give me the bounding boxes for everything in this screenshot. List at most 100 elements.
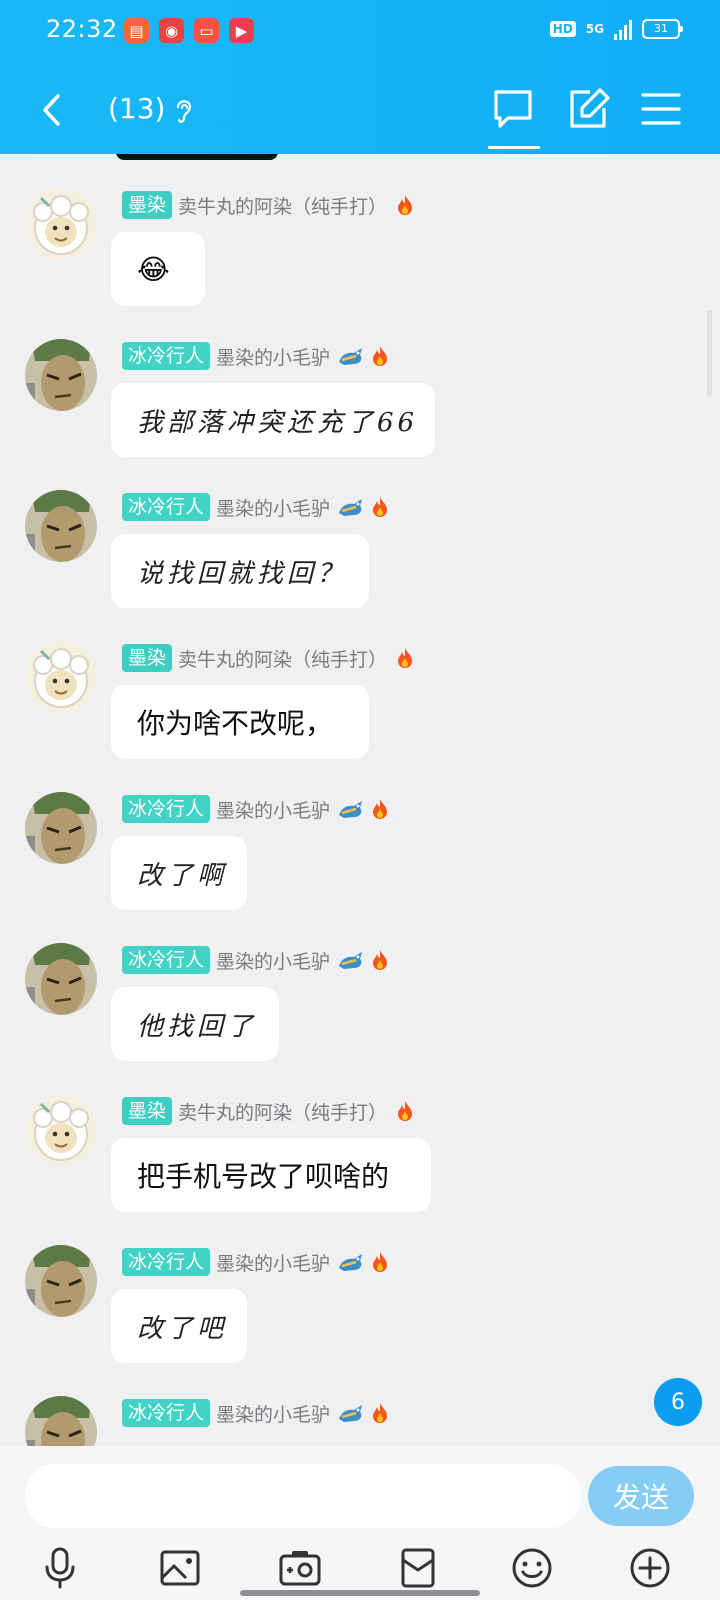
top-header: 22:32 ▤ ◉ ▭ ▶ HD 5G 31 (13) (0, 0, 720, 154)
sender-name[interactable]: 墨染的小毛驴 (216, 343, 330, 370)
send-button[interactable]: 发送 (588, 1466, 694, 1526)
image-icon[interactable] (158, 1546, 202, 1590)
message-bubble[interactable]: 你为啥不改呢， (111, 685, 369, 759)
sheep-avatar[interactable] (25, 641, 97, 713)
fire-badge-icon (373, 950, 388, 970)
member-title-tag: 墨染 (122, 191, 173, 219)
message-row: 墨染 卖牛丸的阿染（纯手打） 把手机号改了呗啥的 (0, 1094, 720, 1234)
message-bubble[interactable]: 说找回就找回？ (111, 534, 369, 608)
message-bubble[interactable]: 我部落冲突还充了66 (111, 383, 435, 457)
member-title-tag: 墨染 (122, 1097, 173, 1125)
fire-badge-icon (398, 195, 413, 215)
badge-group (336, 495, 392, 519)
signal-icon (614, 18, 632, 40)
message-meta: 墨染 卖牛丸的阿染（纯手打） (122, 643, 417, 673)
badge-group (336, 344, 392, 368)
video-app-icon: ▶ (229, 18, 254, 43)
sheep-avatar[interactable] (25, 188, 97, 260)
sender-name[interactable]: 卖牛丸的阿染（纯手打） (178, 645, 387, 672)
edit-icon[interactable] (566, 86, 612, 132)
badge-group (393, 1099, 417, 1123)
dragon-badge-icon (339, 348, 363, 365)
message-row: 冰冷行人 墨染的小毛驴他找回了 (0, 943, 720, 1083)
message-bubble[interactable]: 把手机号改了呗啥的 (111, 1138, 431, 1212)
emoji-icon[interactable] (510, 1546, 554, 1590)
plus-icon[interactable] (628, 1546, 672, 1590)
message-bubble[interactable]: 😂 (111, 232, 205, 306)
input-toolbar (0, 1546, 720, 1596)
title-bar: (13) (0, 72, 720, 149)
active-tab-indicator (488, 146, 540, 149)
book-app-icon: ▤ (124, 18, 149, 43)
fire-badge-icon (398, 1101, 413, 1121)
sender-name[interactable]: 卖牛丸的阿染（纯手打） (178, 192, 387, 219)
message-meta: 墨染 卖牛丸的阿染（纯手打） (122, 190, 417, 220)
message-row: 墨染 卖牛丸的阿染（纯手打） 你为啥不改呢， (0, 641, 720, 781)
member-title-tag: 冰冷行人 (122, 795, 211, 823)
sender-name[interactable]: 墨染的小毛驴 (216, 1400, 330, 1427)
network-label: 5G (585, 22, 604, 36)
message-bubble[interactable]: 他找回了 (111, 987, 279, 1061)
badge-group (336, 1401, 392, 1425)
dragon-badge-icon (339, 801, 363, 818)
message-meta: 冰冷行人 墨染的小毛驴 (122, 794, 392, 824)
badge-group (336, 948, 392, 972)
back-icon[interactable] (34, 90, 74, 130)
message-row: 冰冷行人 墨染的小毛驴说找回就找回？ (0, 490, 720, 630)
sender-name[interactable]: 墨染的小毛驴 (216, 494, 330, 521)
sender-name[interactable]: 墨染的小毛驴 (216, 796, 330, 823)
message-meta: 冰冷行人 墨染的小毛驴 (122, 945, 392, 975)
fire-badge-icon (373, 1252, 388, 1272)
message-input[interactable] (25, 1464, 581, 1528)
message-bubble[interactable]: 改了啊 (111, 836, 247, 910)
chat-message-list[interactable]: 墨染 卖牛丸的阿染（纯手打） 😂 冰冷行人 墨染的小毛驴 我部落冲突还充了66 冰冷行人 墨染… (0, 154, 720, 1446)
message-row: 冰冷行人 墨染的小毛驴我部落冲突还充了66 (0, 339, 720, 479)
member-title-tag: 墨染 (122, 644, 173, 672)
badge-group (336, 797, 392, 821)
message-row: 墨染 卖牛丸的阿染（纯手打） 😂 (0, 188, 720, 328)
zoro-avatar[interactable] (25, 1245, 97, 1317)
ear-icon[interactable] (172, 96, 196, 126)
message-row: 冰冷行人 墨染的小毛驴 (0, 1396, 720, 1446)
member-title-tag: 冰冷行人 (122, 342, 211, 370)
microphone-icon[interactable] (38, 1546, 82, 1590)
red-packet-icon[interactable] (396, 1546, 440, 1590)
page-title[interactable]: (13) (108, 92, 165, 125)
unread-count-badge[interactable]: 6 (654, 1378, 702, 1426)
message-meta: 冰冷行人 墨染的小毛驴 (122, 341, 392, 371)
status-indicators: HD 5G 31 (549, 18, 683, 40)
sender-name[interactable]: 墨染的小毛驴 (216, 947, 330, 974)
member-title-tag: 冰冷行人 (122, 493, 211, 521)
fire-badge-icon (373, 799, 388, 819)
chat-tab-icon[interactable] (490, 86, 536, 132)
dragon-badge-icon (339, 952, 363, 969)
sender-name[interactable]: 卖牛丸的阿染（纯手打） (178, 1098, 387, 1125)
sheep-avatar[interactable] (25, 1094, 97, 1166)
message-meta: 冰冷行人 墨染的小毛驴 (122, 1398, 392, 1428)
status-time: 22:32 (46, 15, 118, 43)
zoro-avatar[interactable] (25, 943, 97, 1015)
menu-icon[interactable] (638, 86, 684, 132)
member-title-tag: 冰冷行人 (122, 1248, 211, 1276)
weibo-app-icon: ◉ (159, 18, 184, 43)
badge-group (393, 193, 417, 217)
input-bar: 发送 (0, 1446, 720, 1600)
dragon-badge-icon (339, 1254, 363, 1271)
game-app-icon: ▭ (194, 18, 219, 43)
badge-group (393, 646, 417, 670)
zoro-avatar[interactable] (25, 792, 97, 864)
dragon-badge-icon (339, 1405, 363, 1422)
zoro-avatar[interactable] (25, 490, 97, 562)
badge-group (336, 1250, 392, 1274)
zoro-avatar[interactable] (25, 1396, 97, 1446)
message-meta: 墨染 卖牛丸的阿染（纯手打） (122, 1096, 417, 1126)
member-title-tag: 冰冷行人 (122, 1399, 211, 1427)
zoro-avatar[interactable] (25, 339, 97, 411)
member-title-tag: 冰冷行人 (122, 946, 211, 974)
message-meta: 冰冷行人 墨染的小毛驴 (122, 1247, 392, 1277)
home-indicator (240, 1590, 480, 1596)
fire-badge-icon (373, 346, 388, 366)
sender-name[interactable]: 墨染的小毛驴 (216, 1249, 330, 1276)
message-bubble[interactable]: 改了吧 (111, 1289, 247, 1363)
camera-icon[interactable] (278, 1546, 322, 1590)
